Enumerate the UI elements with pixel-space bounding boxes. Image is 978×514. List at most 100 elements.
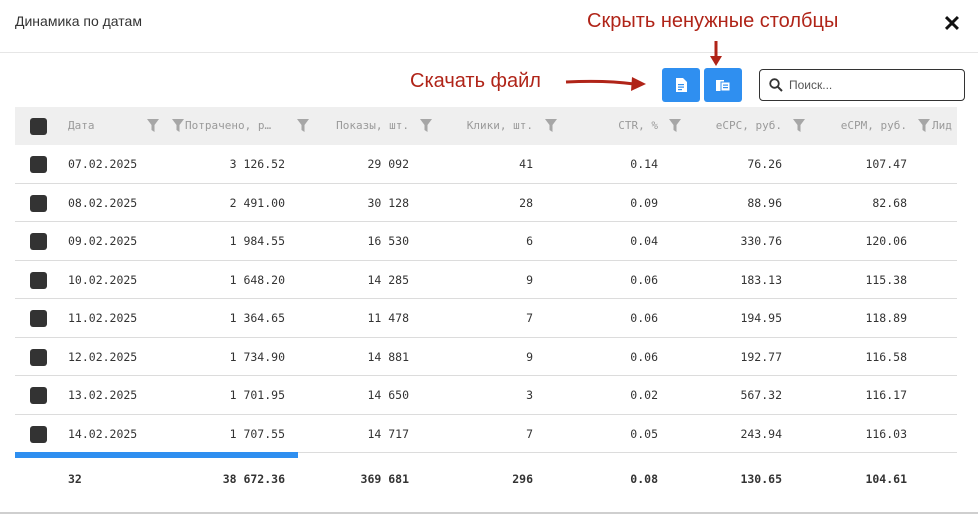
columns-toggle-icon — [715, 79, 730, 91]
cell-ctr: 0.09 — [630, 195, 658, 210]
total-spent: 38 672.36 — [222, 472, 285, 486]
row-checkbox[interactable] — [30, 387, 47, 404]
cell-ecpm: 82.68 — [872, 195, 907, 210]
cell-ecpc: 192.77 — [740, 349, 782, 364]
cell-ecpm: 116.58 — [865, 349, 907, 364]
cell-clicks: 3 — [526, 388, 533, 402]
filter-icon[interactable] — [147, 119, 159, 132]
row-checkbox[interactable] — [30, 233, 47, 250]
cell-spent: 1 707.55 — [229, 426, 285, 441]
total-impressions: 369 681 — [360, 472, 409, 486]
table-row[interactable]: 10.02.2025 1 648.20 14 285 9 0.06 183.13 115.3… — [15, 261, 957, 299]
filter-icon[interactable] — [793, 119, 805, 132]
dates-dynamics-modal: Динамика по датам ✕ Скрыть ненужные стол… — [0, 0, 978, 514]
cell-impressions: 14 717 — [367, 426, 409, 441]
cell-ecpm: 107.47 — [865, 157, 907, 171]
close-icon[interactable]: ✕ — [942, 13, 962, 35]
cell-clicks: 7 — [526, 426, 533, 441]
cell-ecpm: 120.06 — [865, 234, 907, 248]
cell-ecpm: 116.17 — [865, 388, 907, 402]
col-header-ecpm[interactable]: eCPM, руб. — [810, 107, 907, 145]
col-header-ctr[interactable]: CTR, % — [560, 107, 658, 145]
col-header-leads[interactable]: Лид — [932, 107, 957, 145]
filter-icon[interactable] — [172, 119, 184, 132]
annotation-hide-columns: Скрыть ненужные столбцы — [587, 10, 839, 32]
cell-impressions: 11 478 — [367, 311, 409, 325]
col-header-spent[interactable]: Потрачено, р… — [185, 107, 285, 145]
cell-clicks: 9 — [526, 349, 533, 364]
cell-date: 13.02.2025 — [68, 388, 138, 402]
cell-date: 07.02.2025 — [68, 157, 138, 171]
col-header-clicks[interactable]: Клики, шт. — [435, 107, 533, 145]
download-file-button[interactable] — [662, 68, 700, 102]
search-icon — [769, 78, 783, 92]
table-row[interactable]: 13.02.2025 1 701.95 14 650 3 0.02 567.32 116.1… — [15, 376, 957, 415]
cell-clicks: 9 — [526, 272, 533, 287]
total-count: 32 — [68, 472, 82, 486]
cell-ecpc: 194.95 — [740, 311, 782, 325]
cell-ctr: 0.06 — [630, 311, 658, 325]
total-clicks: 296 — [512, 472, 533, 486]
cell-ecpc: 76.26 — [747, 157, 782, 171]
col-header-ecpc[interactable]: eCPC, руб. — [685, 107, 782, 145]
cell-spent: 1 701.95 — [229, 388, 285, 402]
cell-spent: 3 126.52 — [229, 157, 285, 171]
cell-ecpc: 243.94 — [740, 426, 782, 441]
cell-clicks: 6 — [526, 234, 533, 248]
filter-icon[interactable] — [420, 119, 432, 132]
cell-impressions: 14 881 — [367, 349, 409, 364]
row-checkbox[interactable] — [30, 194, 47, 212]
file-download-icon — [676, 78, 687, 92]
row-checkbox[interactable] — [30, 425, 47, 443]
annotation-download-file: Скачать файл — [410, 70, 541, 92]
cell-clicks: 28 — [519, 195, 533, 210]
total-ecpm: 104.61 — [865, 472, 907, 486]
modal-title: Динамика по датам — [15, 13, 142, 29]
col-header-impressions[interactable]: Показы, шт. — [305, 107, 409, 145]
cell-ctr: 0.02 — [630, 388, 658, 402]
cell-spent: 2 491.00 — [229, 195, 285, 210]
cell-ctr: 0.06 — [630, 349, 658, 364]
cell-impressions: 14 650 — [367, 388, 409, 402]
cell-clicks: 7 — [526, 311, 533, 325]
cell-clicks: 41 — [519, 157, 533, 171]
arrow-to-download-button — [565, 77, 646, 91]
cell-spent: 1 648.20 — [229, 272, 285, 287]
cell-date: 12.02.2025 — [68, 349, 138, 364]
horizontal-scrollbar[interactable] — [15, 452, 298, 458]
cell-ecpm: 116.03 — [865, 426, 907, 441]
cell-spent: 1 734.90 — [229, 349, 285, 364]
cell-date: 08.02.2025 — [68, 195, 138, 210]
cell-date: 09.02.2025 — [68, 234, 138, 248]
table-row[interactable]: 09.02.2025 1 984.55 16 530 6 0.04 330.76 120.0… — [15, 222, 957, 261]
cell-ecpc: 330.76 — [740, 234, 782, 248]
cell-ecpc: 183.13 — [740, 272, 782, 287]
cell-date: 10.02.2025 — [68, 272, 138, 287]
cell-impressions: 30 128 — [367, 195, 409, 210]
table-row[interactable]: 08.02.2025 2 491.00 30 128 28 0.09 88.96 82.68 — [15, 184, 957, 222]
table-row[interactable]: 12.02.2025 1 734.90 14 881 9 0.06 192.77 116.5… — [15, 338, 957, 376]
table-header: Дата Потрачено, р… Показы, шт. Клики, шт… — [15, 107, 957, 145]
row-checkbox[interactable] — [30, 348, 47, 366]
cell-impressions: 16 530 — [367, 234, 409, 248]
hide-columns-button[interactable] — [704, 68, 742, 102]
search-field[interactable] — [759, 69, 965, 101]
table-row[interactable]: 11.02.2025 1 364.65 11 478 7 0.06 194.95 118.8… — [15, 299, 957, 338]
row-checkbox[interactable] — [30, 271, 47, 289]
row-checkbox[interactable] — [30, 156, 47, 173]
col-header-date[interactable]: Дата — [68, 107, 148, 145]
filter-icon[interactable] — [545, 119, 557, 132]
cell-ecpc: 567.32 — [740, 388, 782, 402]
select-all-checkbox[interactable] — [30, 118, 47, 135]
cell-ctr: 0.06 — [630, 272, 658, 287]
table-row[interactable]: 07.02.2025 3 126.52 29 092 41 0.14 76.26 107.4… — [15, 145, 957, 184]
cell-date: 11.02.2025 — [68, 311, 138, 325]
table-row[interactable]: 14.02.2025 1 707.55 14 717 7 0.05 243.94 116.0… — [15, 415, 957, 453]
cell-ctr: 0.14 — [630, 157, 658, 171]
filter-icon[interactable] — [918, 119, 930, 132]
cell-ecpm: 115.38 — [865, 272, 907, 287]
row-checkbox[interactable] — [30, 310, 47, 327]
total-ecpc: 130.65 — [740, 472, 782, 486]
search-input[interactable] — [789, 75, 959, 95]
filter-icon[interactable] — [669, 119, 681, 132]
